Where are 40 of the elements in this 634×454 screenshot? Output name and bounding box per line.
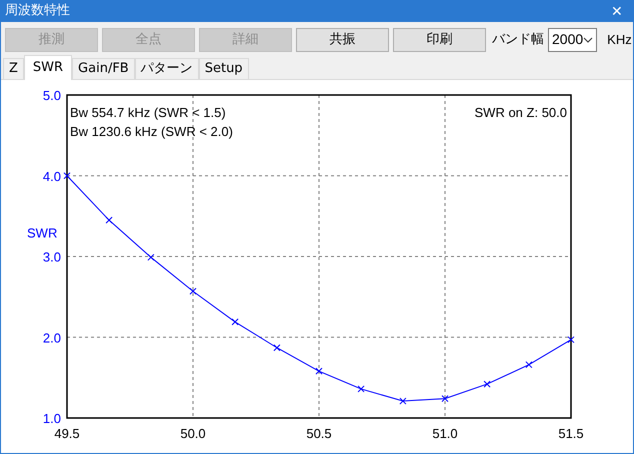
toolbar-button[interactable]: 共振 [296, 28, 389, 52]
impedance-annotation: SWR on Z: 50.0 [474, 105, 567, 120]
y-tick-label: 5.0 [42, 88, 61, 103]
tab[interactable]: パターン [134, 58, 199, 79]
data-point-marker [568, 336, 574, 344]
data-point-marker [273, 344, 280, 352]
data-point-marker [106, 216, 113, 224]
x-tick-label: 51.0 [432, 426, 458, 441]
toolbar-button[interactable]: 印刷 [393, 28, 486, 52]
data-point-marker [64, 172, 70, 180]
y-axis-label: SWR [27, 225, 58, 240]
data-point-marker [442, 395, 448, 402]
x-tick-label: 51.5 [558, 426, 584, 441]
chevron-down-icon [583, 36, 594, 42]
data-point-marker [484, 380, 491, 388]
x-tick-label: 50.5 [306, 426, 332, 441]
data-point-marker [190, 288, 196, 295]
tab[interactable]: Gain/FB [72, 58, 135, 79]
close-button[interactable]: ✕ [605, 0, 629, 22]
tab[interactable]: Setup [198, 58, 249, 79]
x-tick-label: 50.0 [180, 426, 206, 441]
unit-label: KHz [607, 30, 632, 49]
y-tick-label: 1.0 [42, 411, 61, 426]
data-point-marker [399, 398, 406, 405]
data-point-marker [147, 254, 154, 261]
y-tick-label: 2.0 [42, 330, 61, 346]
tab[interactable]: Z [3, 58, 24, 79]
bandwidth-label: バンド幅 [492, 30, 544, 49]
window-title: 周波数特性 [5, 2, 70, 20]
bandwidth-annotation: Bw 1230.6 kHz (SWR < 2.0) [70, 124, 233, 139]
tab[interactable]: SWR [24, 55, 72, 80]
y-tick-label: 3.0 [42, 250, 61, 264]
data-point-marker [232, 318, 239, 326]
y-tick-label: 4.0 [42, 168, 61, 184]
data-point-marker [358, 385, 365, 392]
data-point-marker [316, 368, 322, 375]
bandwidth-dropdown[interactable]: 2000 [548, 28, 598, 52]
data-point-marker [525, 361, 532, 368]
bandwidth-annotation: Bw 554.7 kHz (SWR < 1.5) [70, 105, 226, 120]
x-tick-label: 49.5 [54, 426, 80, 441]
